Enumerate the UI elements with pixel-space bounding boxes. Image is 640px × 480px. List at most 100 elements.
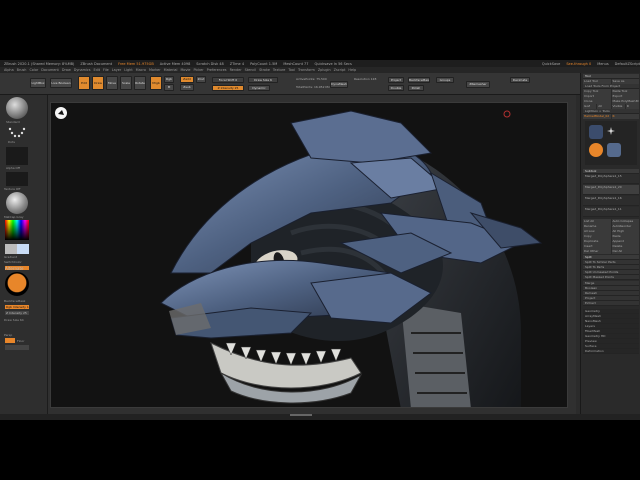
menu-marker[interactable]: Marker [149, 68, 161, 72]
sphere-brush-icon[interactable] [589, 143, 603, 157]
double-toggle[interactable]: Double [388, 85, 404, 91]
texture-off-icon[interactable] [6, 172, 28, 186]
menu-light[interactable]: Light [124, 68, 132, 72]
alternate-toggle[interactable]: Alternate [5, 266, 29, 271]
mrgb-button[interactable]: Mrgb [150, 76, 162, 90]
menu-tool[interactable]: Tool [288, 68, 295, 72]
menu-help[interactable]: Help [348, 68, 356, 72]
del-other-button[interactable]: Del Other [583, 249, 611, 254]
persp-button[interactable]: Persp [4, 333, 12, 337]
rgb-intensity-slider[interactable]: Rgb Intensity 100 [5, 305, 29, 309]
move-button[interactable]: Move [106, 76, 118, 90]
rgb-button[interactable]: Rgb [164, 76, 174, 83]
save-as-button[interactable]: Save As [611, 79, 639, 84]
zcut-button[interactable]: Zcut [196, 76, 206, 83]
zadd-button[interactable]: Zadd [180, 76, 194, 83]
dots-stroke-icon[interactable] [6, 125, 28, 139]
deformation-menu[interactable]: Deformation [583, 349, 639, 354]
menu-texture[interactable]: Texture [273, 68, 285, 72]
all-high-button[interactable]: All High [611, 229, 639, 234]
menu-stencil[interactable]: Stencil [245, 68, 256, 72]
main-color-swatch[interactable] [5, 244, 17, 254]
draw-size-slider[interactable]: Draw Size 6 [248, 77, 278, 83]
menu-dynamics[interactable]: Dynamics [74, 68, 91, 72]
layers-menu[interactable]: Layers [583, 324, 639, 329]
menu-brush[interactable]: Brush [17, 68, 27, 72]
geometry-menu[interactable]: Geometry [583, 309, 639, 314]
menu-stroke[interactable]: Stroke [259, 68, 270, 72]
polish-slider[interactable]: Polish [408, 85, 424, 91]
project-subpalette[interactable]: Project [583, 296, 639, 301]
menu-layer[interactable]: Layer [112, 68, 121, 72]
geometry-hd-menu[interactable]: Geometry HD [583, 334, 639, 339]
switch-color-button[interactable]: SwitchColor [4, 260, 22, 264]
merge-subpalette[interactable]: Merge [583, 281, 639, 286]
append-button[interactable]: Append [611, 239, 639, 244]
zremesher-button[interactable]: ZRemesher [466, 81, 490, 88]
default-zscript-button[interactable]: DefaultZScript [615, 62, 640, 66]
nanomesh-menu[interactable]: NanoMesh [583, 319, 639, 324]
menu-file[interactable]: File [103, 68, 109, 72]
clone-button[interactable]: Clone [583, 99, 611, 104]
z-intensity-slider[interactable]: Z Intensity 25 [212, 85, 244, 91]
menu-render[interactable]: Render [230, 68, 242, 72]
duplicate-button[interactable]: Duplicate [583, 239, 611, 244]
r-button[interactable]: R [611, 114, 639, 119]
matcap-gray-icon[interactable] [6, 192, 28, 214]
menu-document[interactable]: Document [41, 68, 59, 72]
menu-macro[interactable]: Macro [136, 68, 146, 72]
standard-brush-icon[interactable] [6, 97, 28, 119]
zsub-button[interactable]: Zsub [180, 84, 194, 91]
list-all-button[interactable]: List All [583, 219, 611, 224]
all-button[interactable]: All [597, 104, 611, 109]
subtool-item[interactable]: Merged_PolySphere1_11 [583, 207, 639, 217]
project-toggle[interactable]: Project [388, 77, 404, 83]
current-tool-slider[interactable]: HelmetModel_02 [583, 114, 611, 119]
r-button[interactable]: R [625, 104, 639, 109]
resolution-slider[interactable]: Resolution 128 [354, 77, 376, 81]
viewport-canvas[interactable] [50, 102, 568, 408]
extract-subpalette[interactable]: Extract [583, 301, 639, 306]
menu-material[interactable]: Material [164, 68, 178, 72]
menu-preferences[interactable]: Preferences [207, 68, 227, 72]
delete-button[interactable]: Delete [611, 244, 639, 249]
backface-mask-toggle[interactable]: BackfaceMask [408, 77, 430, 83]
all-low-button[interactable]: All Low [583, 229, 611, 234]
auto-reorder-button[interactable]: AutoReorder [611, 224, 639, 229]
helmet-thumbnail-icon[interactable] [589, 125, 603, 139]
preview-menu[interactable]: Preview [583, 339, 639, 344]
secondary-color-swatch[interactable] [17, 244, 29, 254]
make-polymesh-button[interactable]: Make PolyMesh3D [611, 99, 639, 104]
insert-button[interactable]: Insert [583, 244, 611, 249]
copy-subtool-button[interactable]: Copy [583, 234, 611, 239]
dynamesh-button[interactable]: DynaMesh [330, 81, 348, 88]
groups-toggle[interactable]: Groups [436, 77, 454, 83]
menu-alpha[interactable]: Alpha [4, 68, 14, 72]
import-button[interactable]: Import [583, 94, 611, 99]
see-through-slider[interactable]: See-through 0 [566, 62, 591, 66]
draw-button[interactable]: Draw [92, 76, 104, 90]
rotate-button[interactable]: Rotate [134, 76, 146, 90]
alpha-off-icon[interactable] [6, 147, 28, 165]
boolean-subpalette[interactable]: Boolean [583, 286, 639, 291]
rename-button[interactable]: Rename [583, 224, 611, 229]
menu-draw[interactable]: Draw [62, 68, 71, 72]
tool-menu-header[interactable]: Tool [583, 74, 639, 79]
menu-zplugin[interactable]: Zplugin [318, 68, 331, 72]
subtool-item[interactable]: Merged_PolySphere1_20 [583, 185, 639, 195]
scale-button[interactable]: Scale [120, 76, 132, 90]
goz-button[interactable]: GoZ [583, 104, 597, 109]
canvas-scrollbar[interactable] [290, 414, 312, 416]
remesh-subpalette[interactable]: Remesh [583, 291, 639, 296]
local-button[interactable] [5, 345, 29, 350]
load-tool-button[interactable]: Load Tool [583, 79, 611, 84]
paste-tool-button[interactable]: Paste Tool [611, 89, 639, 94]
copy-tool-button[interactable]: Copy Tool [583, 89, 611, 94]
fibermesh-menu[interactable]: FiberMesh [583, 329, 639, 334]
polysphere-thumbnail-icon[interactable] [607, 143, 621, 157]
lightbox-tools-button[interactable]: Lightbox > Tools [583, 109, 639, 114]
menus-toggle[interactable]: Menus [597, 62, 608, 66]
decimate-button[interactable]: Decimate [510, 77, 530, 83]
subtool-header[interactable]: Subtool [583, 169, 639, 174]
edit-button[interactable]: Edit [78, 76, 90, 90]
